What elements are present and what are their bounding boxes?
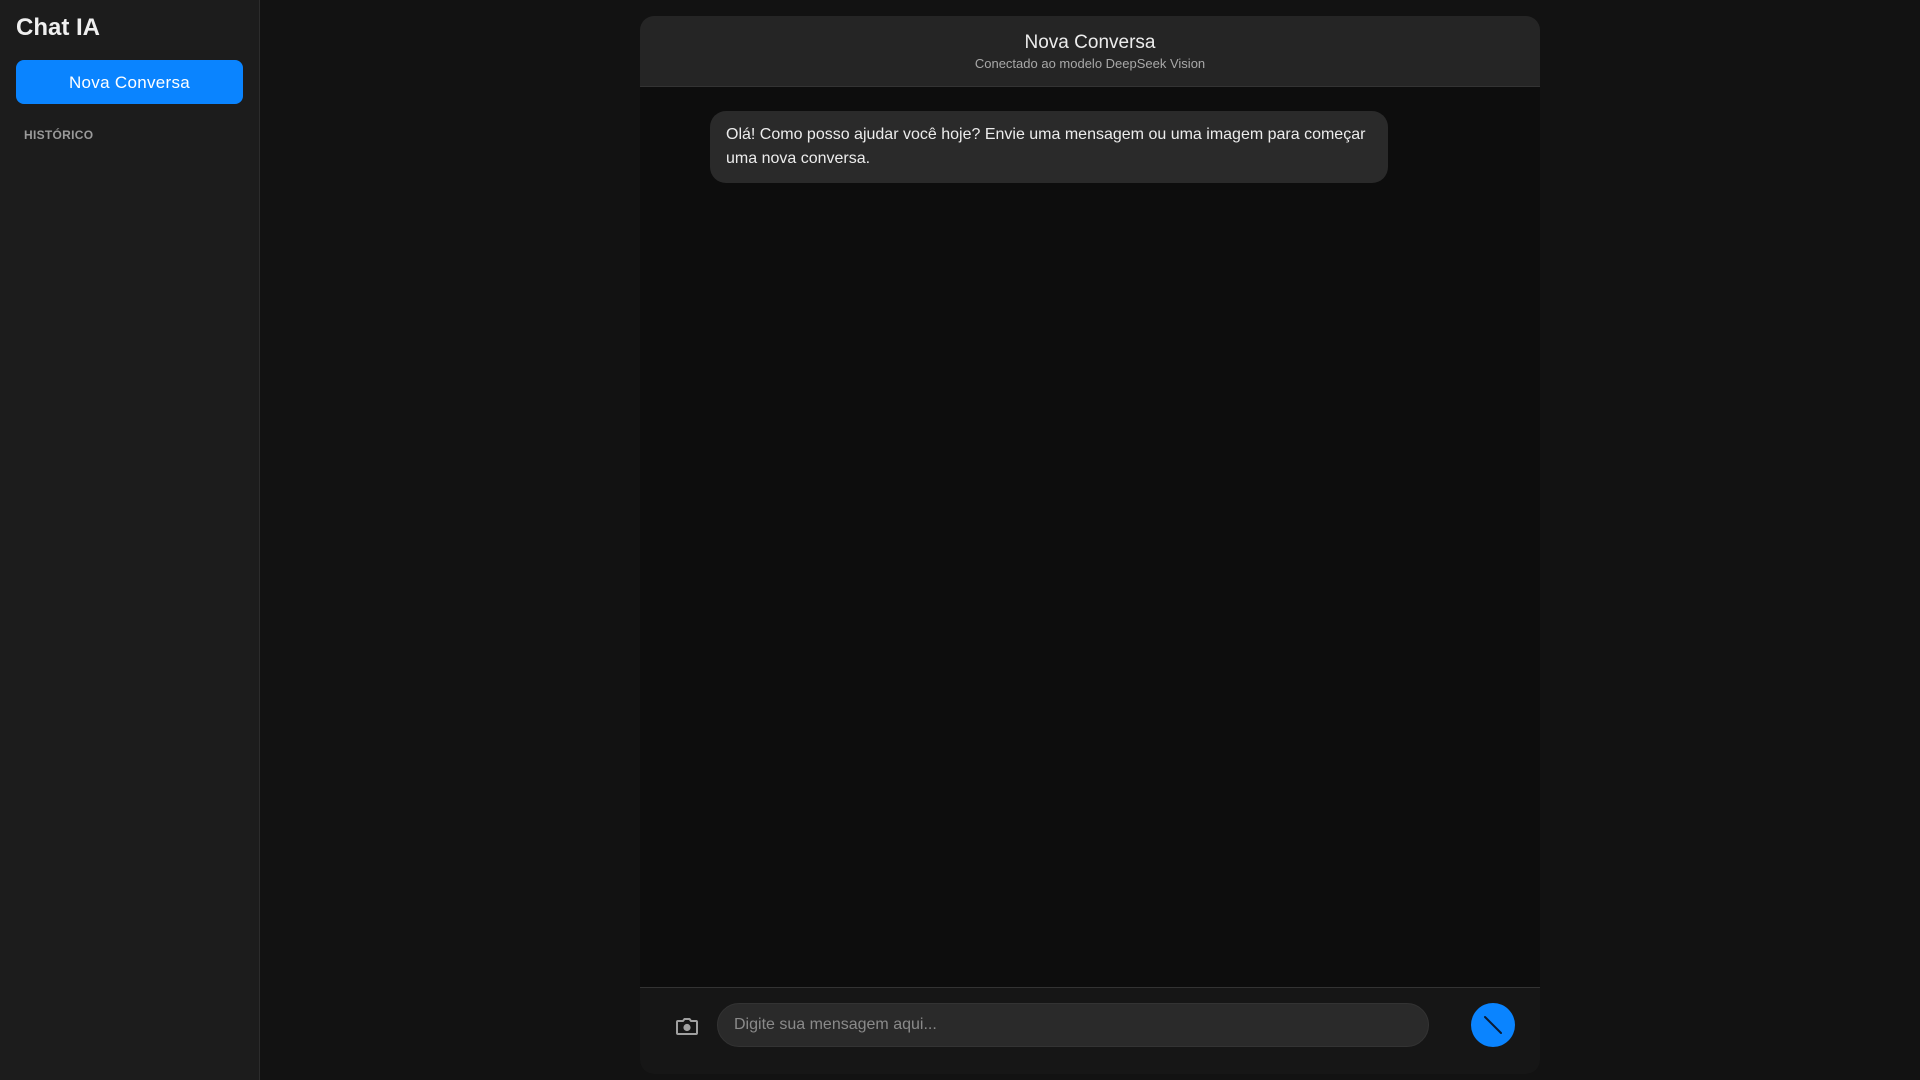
sidebar: Chat IA Nova Conversa HISTÓRICO bbox=[0, 0, 260, 1080]
app-title: Chat IA bbox=[16, 14, 100, 41]
new-chat-button[interactable]: Nova Conversa bbox=[16, 60, 243, 104]
composer bbox=[640, 987, 1540, 1074]
message-input[interactable] bbox=[717, 1003, 1429, 1047]
app-root: Chat IA Nova Conversa HISTÓRICO Nova Con… bbox=[0, 0, 1920, 1080]
chat-header: Nova Conversa Conectado ao modelo DeepSe… bbox=[640, 16, 1540, 87]
chat-title: Nova Conversa bbox=[1024, 32, 1156, 53]
send-icon bbox=[1484, 1016, 1502, 1034]
assistant-message: Olá! Como posso ajudar você hoje? Envie … bbox=[710, 111, 1388, 183]
chat-subtitle: Conectado ao modelo DeepSeek Vision bbox=[974, 56, 1206, 71]
chat-panel: Nova Conversa Conectado ao modelo DeepSe… bbox=[640, 16, 1540, 1074]
message-list: Olá! Como posso ajudar você hoje? Envie … bbox=[640, 87, 1540, 1003]
history-section-label: HISTÓRICO bbox=[24, 128, 94, 142]
camera-icon[interactable] bbox=[671, 1011, 703, 1043]
send-button[interactable] bbox=[1471, 1003, 1515, 1047]
